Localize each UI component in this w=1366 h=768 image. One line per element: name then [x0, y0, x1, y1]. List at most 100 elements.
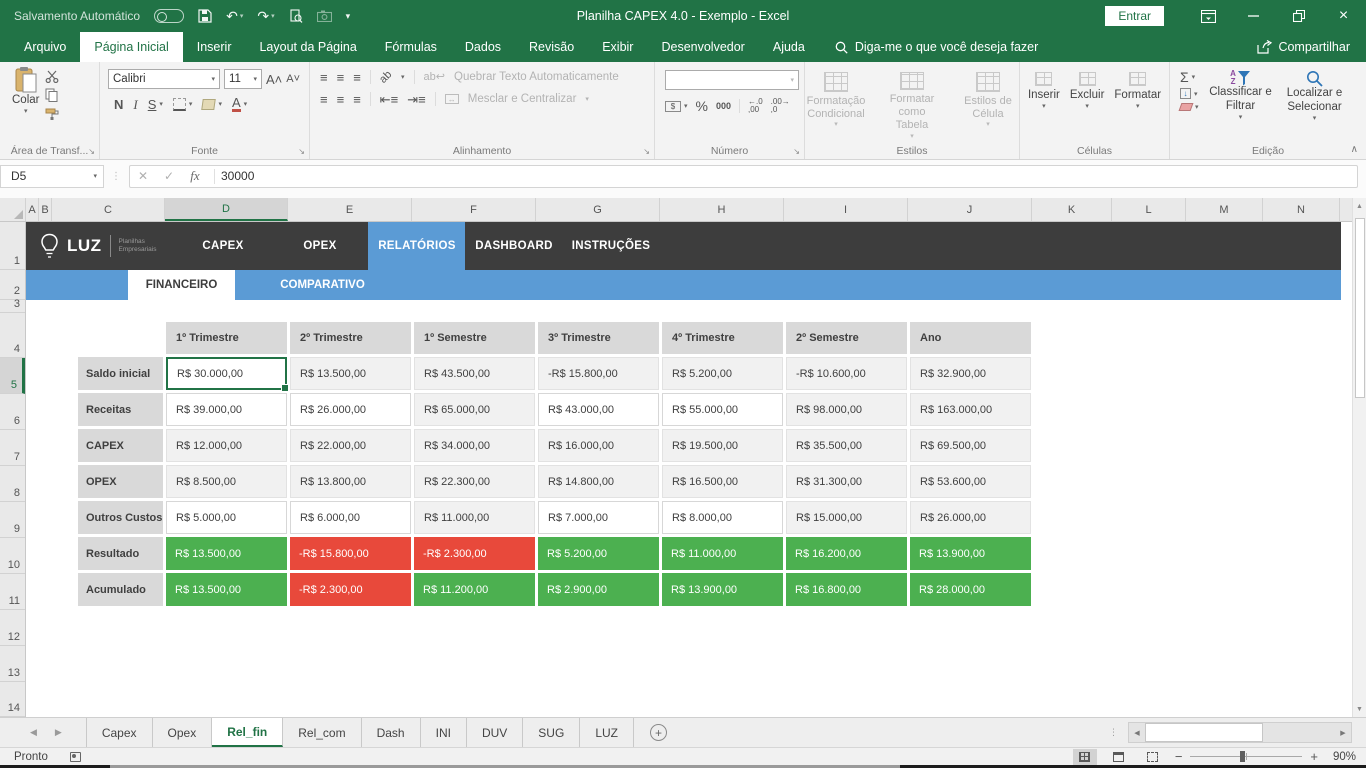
- font-dialog-launcher-icon[interactable]: ↘: [298, 147, 305, 156]
- table-data-cell[interactable]: R$ 19.500,00: [662, 429, 783, 462]
- column-header[interactable]: N: [1263, 198, 1340, 221]
- style-gallery-button[interactable]: Estilos de Célula ▾: [957, 72, 1019, 141]
- sheet-tab[interactable]: Rel_fin: [212, 718, 283, 747]
- cells-button[interactable]: Excluir ▾: [1070, 72, 1105, 111]
- fill-color-icon[interactable]: [202, 99, 217, 110]
- sheet-tab[interactable]: DUV: [467, 718, 523, 747]
- report-subnav-tab[interactable]: FINANCEIRO: [128, 270, 235, 300]
- sheet-next-icon[interactable]: ▶: [55, 727, 62, 738]
- shrink-font-icon[interactable]: A˅: [286, 74, 300, 85]
- table-data-cell[interactable]: R$ 30.000,00: [166, 357, 287, 390]
- increase-indent-icon[interactable]: ⇥≡: [407, 93, 425, 106]
- style-gallery-button[interactable]: Formatar como Tabela ▾: [881, 72, 943, 141]
- tell-me-search[interactable]: Diga-me o que você deseja fazer: [835, 32, 1038, 62]
- ribbon-tab[interactable]: Exibir: [588, 32, 647, 62]
- table-data-cell[interactable]: R$ 12.000,00: [166, 429, 287, 462]
- name-box[interactable]: D5 ▾: [0, 165, 104, 188]
- column-header[interactable]: E: [288, 198, 412, 221]
- workbook-nav-tab[interactable]: OPEX: [271, 222, 368, 270]
- align-middle-icon[interactable]: ≡: [337, 71, 345, 84]
- table-column-header-cell[interactable]: 2º Trimestre: [290, 322, 411, 354]
- row-header[interactable]: 10: [0, 538, 25, 574]
- ribbon-tab[interactable]: Revisão: [515, 32, 588, 62]
- number-format-select[interactable]: ▾: [665, 70, 799, 90]
- italic-button[interactable]: I: [133, 98, 137, 111]
- copy-icon[interactable]: [45, 88, 59, 102]
- row-header[interactable]: 3: [0, 300, 25, 313]
- autosum-icon[interactable]: Σ: [1180, 70, 1189, 84]
- zoom-out-icon[interactable]: −: [1175, 749, 1183, 764]
- zoom-slider-thumb[interactable]: [1240, 751, 1245, 762]
- font-color-dropdown-icon[interactable]: ▾: [244, 100, 248, 108]
- add-sheet-button[interactable]: +: [650, 724, 667, 741]
- table-data-cell[interactable]: R$ 15.000,00: [786, 501, 907, 534]
- row-header[interactable]: 8: [0, 466, 25, 502]
- sign-in-button[interactable]: Entrar: [1105, 6, 1164, 26]
- table-data-cell[interactable]: R$ 6.000,00: [290, 501, 411, 534]
- ribbon-tab[interactable]: Arquivo: [10, 32, 80, 62]
- table-data-cell[interactable]: R$ 32.900,00: [910, 357, 1031, 390]
- font-size-select[interactable]: 11▾: [224, 69, 262, 89]
- table-data-cell[interactable]: R$ 11.000,00: [414, 501, 535, 534]
- column-header[interactable]: A: [26, 198, 39, 221]
- row-header[interactable]: 11: [0, 574, 25, 610]
- table-data-cell[interactable]: R$ 13.500,00: [166, 537, 287, 570]
- table-column-header-cell[interactable]: 1º Trimestre: [166, 322, 287, 354]
- table-data-cell[interactable]: R$ 16.800,00: [786, 573, 907, 606]
- workbook-nav-tab[interactable]: DASHBOARD: [465, 222, 562, 270]
- report-subnav-tab[interactable]: COMPARATIVO: [235, 270, 410, 300]
- borders-icon[interactable]: [173, 98, 186, 111]
- table-data-cell[interactable]: R$ 26.000,00: [910, 501, 1031, 534]
- table-data-cell[interactable]: -R$ 15.800,00: [290, 537, 411, 570]
- restore-icon[interactable]: [1276, 0, 1321, 32]
- collapse-ribbon-icon[interactable]: ∧: [1351, 144, 1358, 155]
- table-data-cell[interactable]: R$ 11.000,00: [662, 537, 783, 570]
- table-data-cell[interactable]: R$ 13.500,00: [166, 573, 287, 606]
- table-data-cell[interactable]: R$ 7.000,00: [538, 501, 659, 534]
- table-data-cell[interactable]: R$ 28.000,00: [910, 573, 1031, 606]
- table-data-cell[interactable]: R$ 13.900,00: [662, 573, 783, 606]
- column-header[interactable]: K: [1032, 198, 1112, 221]
- wrap-text-icon[interactable]: ab↩: [424, 72, 445, 83]
- column-header[interactable]: C: [52, 198, 165, 221]
- orientation-dropdown-icon[interactable]: ▾: [401, 73, 405, 81]
- cells-button[interactable]: Formatar ▾: [1114, 72, 1161, 111]
- table-data-cell[interactable]: R$ 43.000,00: [538, 393, 659, 426]
- row-header[interactable]: 1: [0, 222, 25, 270]
- align-center-icon[interactable]: ≡: [337, 93, 345, 106]
- sheet-tab[interactable]: Dash: [362, 718, 421, 747]
- table-data-cell[interactable]: R$ 55.000,00: [662, 393, 783, 426]
- increase-decimal-icon[interactable]: ←.0,00: [748, 98, 763, 114]
- fill-down-icon[interactable]: ↓: [1180, 88, 1191, 99]
- table-row-label-cell[interactable]: Resultado: [78, 537, 163, 570]
- row-header[interactable]: 13: [0, 646, 25, 682]
- scroll-left-icon[interactable]: ◀: [1129, 729, 1145, 737]
- table-data-cell[interactable]: R$ 163.000,00: [910, 393, 1031, 426]
- qat-customize-icon[interactable]: ▾: [346, 11, 351, 22]
- row-header[interactable]: 14: [0, 682, 25, 717]
- table-row-label-cell[interactable]: CAPEX: [78, 429, 163, 462]
- table-data-cell[interactable]: R$ 5.000,00: [166, 501, 287, 534]
- ribbon-tab[interactable]: Desenvolvedor: [647, 32, 758, 62]
- column-header[interactable]: J: [908, 198, 1032, 221]
- style-gallery-button[interactable]: Formatação Condicional ▾: [805, 72, 867, 141]
- table-data-cell[interactable]: R$ 11.200,00: [414, 573, 535, 606]
- close-icon[interactable]: ×: [1321, 0, 1366, 32]
- format-painter-icon[interactable]: [45, 107, 59, 120]
- align-right-icon[interactable]: ≡: [353, 93, 361, 106]
- column-header[interactable]: G: [536, 198, 660, 221]
- table-data-cell[interactable]: -R$ 10.600,00: [786, 357, 907, 390]
- cancel-icon[interactable]: ✕: [130, 169, 156, 183]
- table-data-cell[interactable]: R$ 26.000,00: [290, 393, 411, 426]
- horizontal-scrollbar[interactable]: ◀ ▶: [1128, 722, 1352, 743]
- table-row-label-cell[interactable]: Outros Custos: [78, 501, 163, 534]
- table-column-header-cell[interactable]: 1º Semestre: [414, 322, 535, 354]
- ribbon-tab[interactable]: Página Inicial: [80, 32, 182, 62]
- align-bottom-icon[interactable]: ≡: [353, 71, 361, 84]
- undo-icon[interactable]: ↶▾: [226, 8, 243, 25]
- macro-record-icon[interactable]: [70, 752, 81, 762]
- table-column-header-cell[interactable]: 2º Semestre: [786, 322, 907, 354]
- table-data-cell[interactable]: R$ 13.800,00: [290, 465, 411, 498]
- grow-font-icon[interactable]: A˄: [266, 73, 282, 86]
- table-row-label-cell[interactable]: Saldo inicial: [78, 357, 163, 390]
